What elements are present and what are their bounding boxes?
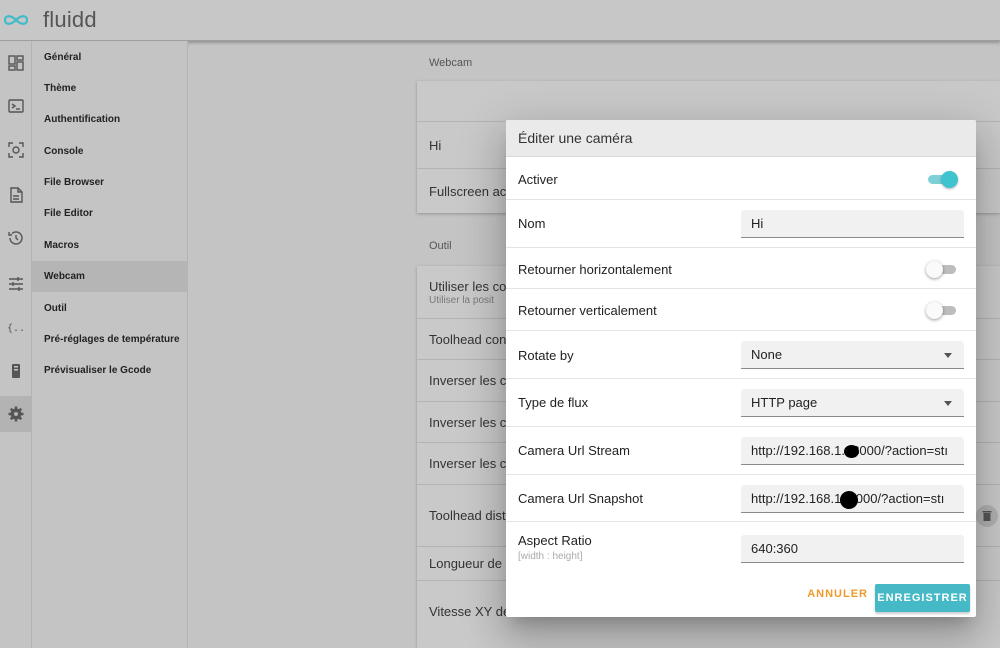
icon-rail: {..} [0, 41, 32, 648]
aspect-ratio-hint: [width : height] [518, 551, 583, 562]
flip-horizontal-label: Retourner horizontalement [518, 262, 672, 277]
cancel-button[interactable]: ANNULER [807, 588, 868, 600]
enable-toggle[interactable] [928, 170, 958, 188]
flip-vertical-row: Retourner verticalement [506, 289, 976, 331]
settings-nav-item-macros[interactable]: Macros [32, 230, 188, 261]
redaction-mark [844, 445, 859, 458]
flip-vertical-label: Retourner verticalement [518, 303, 657, 318]
aspect-ratio-row: Aspect Ratio [width : height] 640:360 [506, 522, 976, 576]
settings-nav-item-file-browser[interactable]: File Browser [32, 167, 188, 198]
url-stream-row: Camera Url Stream http://192.168.1. :800… [506, 427, 976, 475]
console-icon[interactable] [0, 88, 32, 124]
flip-horizontal-toggle[interactable] [926, 260, 958, 278]
history-icon[interactable] [0, 220, 32, 256]
settings-nav-item-webcam[interactable]: Webcam [32, 261, 188, 292]
trash-icon [982, 511, 992, 521]
url-snapshot-label: Camera Url Snapshot [518, 491, 643, 506]
macros-icon[interactable]: {..} [0, 309, 32, 345]
rotate-select[interactable]: None [741, 341, 964, 369]
edit-camera-dialog: Éditer une caméra Activer Nom Hi Retourn… [506, 120, 976, 617]
name-row: Nom Hi [506, 200, 976, 248]
name-input[interactable]: Hi [741, 210, 964, 238]
tune-icon[interactable] [0, 266, 32, 302]
settings-icon[interactable] [0, 396, 32, 432]
chevron-down-icon [944, 401, 952, 406]
enable-label: Activer [518, 172, 558, 187]
fullscreen-row-label: Fullscreen act [429, 183, 510, 199]
outil-row-title: Inverser les co [429, 373, 514, 388]
outil-row-title: Toolhead con [429, 331, 507, 347]
outil-row-title: Longueur de c [429, 556, 513, 571]
outil-row-title: Vitesse XY de [429, 603, 511, 619]
url-snapshot-row: Camera Url Snapshot http://192.168.1 :80… [506, 475, 976, 522]
dashboard-icon[interactable] [0, 45, 32, 81]
settings-nav-item-file-editor[interactable]: File Editor [32, 198, 188, 229]
app-bar: fluidd [0, 0, 1000, 41]
outil-row-title: Inverser les co [429, 414, 514, 430]
dialog-title: Éditer une caméra [506, 120, 976, 157]
url-stream-label: Camera Url Stream [518, 443, 630, 458]
url-stream-input[interactable]: http://192.168.1. :8000/?action=stı [741, 437, 964, 465]
stream-type-value: HTTP page [751, 395, 818, 410]
enable-row: Activer [506, 157, 976, 200]
rotate-label: Rotate by [518, 348, 574, 363]
app-title: fluidd [43, 7, 97, 32]
device-icon[interactable] [0, 353, 32, 389]
settings-nav-item-temperature-presets[interactable]: Pré-réglages de température [32, 324, 188, 355]
url-snapshot-input[interactable]: http://192.168.1 :8000/?action=stı [741, 485, 964, 513]
stream-type-label: Type de flux [518, 395, 589, 410]
outil-row-title: Utiliser les co [429, 278, 507, 294]
aspect-ratio-input[interactable]: 640:360 [741, 535, 964, 563]
webcam-card-header [417, 81, 1000, 122]
save-button[interactable]: ENREGISTRER [875, 584, 970, 612]
settings-nav-item-console[interactable]: Console [32, 136, 188, 167]
settings-nav-item-gcode-preview[interactable]: Prévisualiser le Gcode [32, 355, 188, 386]
file-icon[interactable] [0, 177, 32, 213]
outil-row-subtitle: Utiliser la posit [429, 294, 495, 306]
chevron-down-icon [944, 353, 952, 358]
name-label: Nom [518, 216, 546, 231]
outil-row-title: Toolhead dist [429, 508, 506, 523]
dialog-actions: ANNULER ENREGISTRER [506, 576, 976, 617]
rotate-value: None [751, 347, 783, 362]
fluidd-logo-icon[interactable] [0, 0, 32, 41]
svg-text:{..}: {..} [7, 323, 25, 334]
settings-nav: Général Thème Authentification Console F… [32, 41, 188, 648]
settings-nav-item-outil[interactable]: Outil [32, 293, 188, 324]
settings-nav-item-general[interactable]: Général [32, 42, 188, 73]
settings-nav-item-theme[interactable]: Thème [32, 73, 188, 104]
stream-type-row: Type de flux HTTP page [506, 379, 976, 427]
flip-horizontal-row: Retourner horizontalement [506, 248, 976, 289]
webcam-row-name: Hi [429, 137, 442, 153]
rotate-row: Rotate by None [506, 331, 976, 379]
printer-camera-icon[interactable] [0, 132, 32, 168]
settings-nav-item-authentication[interactable]: Authentification [32, 104, 188, 135]
outil-section-label: Outil [429, 240, 452, 252]
delete-button[interactable] [976, 505, 998, 527]
stream-type-select[interactable]: HTTP page [741, 389, 964, 417]
aspect-ratio-label: Aspect Ratio [518, 533, 592, 548]
webcam-section-label: Webcam [429, 57, 473, 69]
flip-vertical-toggle[interactable] [926, 301, 958, 319]
outil-row-title: Inverser les co [429, 456, 514, 471]
